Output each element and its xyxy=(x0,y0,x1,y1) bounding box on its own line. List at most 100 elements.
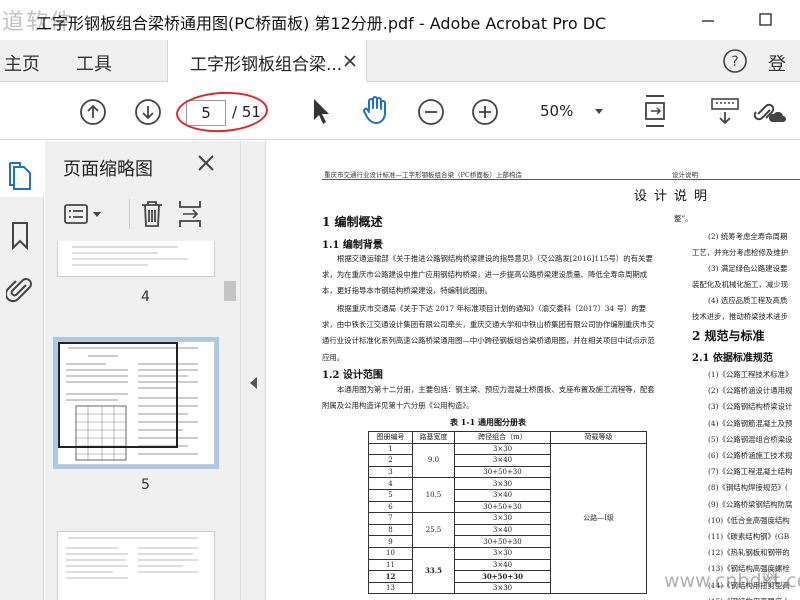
standard-item: (9)《公路桥梁钢结构防腐 xyxy=(708,499,793,509)
cell-span: 3×40 xyxy=(454,523,551,537)
doc-title: 设计说明 xyxy=(634,189,715,204)
prev-page-button[interactable] xyxy=(79,98,107,130)
thumbnail-page-4[interactable] xyxy=(57,241,215,277)
document-view[interactable]: 重庆市交通行业设计标准—工字形钢板组合梁（PC桥面板）上部构造 设计说明 设计说… xyxy=(266,141,800,600)
zoom-in-button[interactable] xyxy=(471,98,499,130)
section-1-2-heading: 1.2 设计范围 xyxy=(322,370,383,381)
minus-circle-icon xyxy=(418,99,444,125)
cell-span: 30+50+30 xyxy=(454,500,551,514)
standard-item: (4)《公路钢筋混凝土及预 xyxy=(708,418,793,428)
highlight-ellipse-annotation xyxy=(175,89,269,135)
cell-no: 10 xyxy=(368,546,413,560)
table-header: 路基宽度 xyxy=(412,431,455,444)
right-col-line: 工艺，并充分考虑检修及维护 xyxy=(692,248,789,257)
thumbnail-label-4: 4 xyxy=(141,289,150,305)
cell-load-class: 公路—Ⅰ级 xyxy=(550,442,647,595)
cell-span: 3×40 xyxy=(454,488,551,502)
scroll-mode-button[interactable] xyxy=(710,96,740,130)
thumbnail-page-5[interactable] xyxy=(57,341,215,465)
svg-text:?: ? xyxy=(731,54,738,70)
next-page-button[interactable] xyxy=(134,98,162,130)
table-header: 跨径组合（m） xyxy=(454,431,551,444)
section-2-heading: 2 规范与标准 xyxy=(692,329,765,343)
cell-span: 3×30 xyxy=(454,581,551,595)
paragraph-background-2: 根据重庆市交通局《关于下达 2017 年标准项目计划的通知》（渝交委科〔2017… xyxy=(322,304,655,362)
collapse-arrow-icon[interactable] xyxy=(250,377,257,389)
thumbnail-options-button[interactable] xyxy=(63,203,107,231)
table-caption: 表 1-1 通用图分册表 xyxy=(450,417,527,427)
standard-item: (10)《低合金高强度结构 xyxy=(708,515,790,525)
share-link-button[interactable] xyxy=(752,96,786,130)
page-split-icon xyxy=(179,201,201,227)
cell-no: 4 xyxy=(368,477,413,490)
menu-bar: 主页 工具 ? 登 xyxy=(0,40,800,82)
zoom-out-button[interactable] xyxy=(417,98,445,130)
right-col-fragment: 整”。 xyxy=(674,214,693,223)
cell-no: 12 xyxy=(368,570,413,583)
table-header: 图册编号 xyxy=(368,431,413,444)
cell-width: 10.5 xyxy=(412,477,455,514)
standard-item: (11)《碳素结构钢》(GB xyxy=(708,532,790,541)
panel-splitter[interactable] xyxy=(240,141,266,600)
cell-no: 13 xyxy=(368,581,413,595)
bookmarks-button[interactable] xyxy=(10,221,32,255)
page-view-button[interactable] xyxy=(640,94,670,132)
thumbnail-scrollbar[interactable] xyxy=(221,241,239,600)
cell-no: 7 xyxy=(368,512,413,525)
trash-icon xyxy=(142,201,162,227)
select-tool-button[interactable] xyxy=(307,96,333,130)
help-button[interactable]: ? xyxy=(722,48,748,78)
standard-item: (2)《公路桥涵设计通用规 xyxy=(708,386,793,396)
attachments-button[interactable] xyxy=(4,275,34,309)
tab-close-button[interactable] xyxy=(344,53,356,71)
maximize-button[interactable] xyxy=(752,8,778,32)
insert-page-button[interactable] xyxy=(177,199,203,233)
list-menu-icon xyxy=(64,204,101,224)
cell-span: 3×40 xyxy=(454,454,551,467)
download-keyboard-icon xyxy=(711,98,739,125)
zoom-select[interactable]: 50% xyxy=(528,94,614,128)
zoom-value: 50% xyxy=(540,102,574,120)
thumbnail-page-6[interactable] xyxy=(57,531,215,600)
menu-tools[interactable]: 工具 xyxy=(76,50,112,76)
scrollbar-thumb[interactable] xyxy=(224,281,236,301)
hand-icon xyxy=(363,96,386,124)
standard-item: (7)《公路工程混凝土结构 xyxy=(708,467,793,477)
table-header: 荷载等级 xyxy=(550,431,647,444)
paragraph-scope: 本通用图为第十二分册，主要包括：钢主梁、预应力混凝土桥面板、支座布置及施工流程等… xyxy=(322,385,655,411)
visible-region-box[interactable] xyxy=(58,342,178,448)
cell-width: 33.5 xyxy=(412,546,455,595)
minimize-button[interactable] xyxy=(695,8,721,32)
hand-tool-button[interactable] xyxy=(360,94,390,130)
table-row: 1 9.0 3×30 公路—Ⅰ级 xyxy=(368,442,647,595)
toolbar-divider xyxy=(129,199,130,229)
thumbnail-list: 4 5 xyxy=(45,241,240,600)
signin-link[interactable]: 登 xyxy=(768,50,786,76)
panel-title: 页面缩略图 xyxy=(63,159,153,180)
menu-home[interactable]: 主页 xyxy=(4,50,40,76)
cell-width: 9.0 xyxy=(412,442,455,479)
section-1-heading: 1 编制概述 xyxy=(322,215,383,229)
right-col-line: (2) 统筹考虑全寿命周期 xyxy=(708,232,788,241)
cell-span: 3×30 xyxy=(454,546,551,560)
doc-running-header: 重庆市交通行业设计标准—工字形钢板组合梁（PC桥面板）上部构造 xyxy=(324,171,522,179)
arrow-up-circle-icon xyxy=(80,99,106,125)
panel-close-button[interactable] xyxy=(197,153,215,178)
cell-span: 3×30 xyxy=(454,477,551,490)
doc-tab-label: 工字形钢板组合梁... xyxy=(190,55,343,75)
link-cloud-icon xyxy=(753,103,786,122)
volume-table: 图册编号 路基宽度 跨径组合（m） 荷载等级 1 9.0 3×30 公路—Ⅰ级 … xyxy=(368,431,647,595)
arrow-down-circle-icon xyxy=(135,99,161,125)
close-icon xyxy=(198,155,214,171)
delete-page-button[interactable] xyxy=(139,199,165,233)
tab-document[interactable]: 工字形钢板组合梁... xyxy=(167,40,367,82)
page-preview xyxy=(66,537,198,579)
cell-span: 30+50+30 xyxy=(454,535,551,548)
cell-span: 3×30 xyxy=(454,442,551,456)
panel-toolbar xyxy=(55,195,235,235)
cell-width: 25.5 xyxy=(412,512,455,548)
page-thumbnails-button[interactable] xyxy=(6,161,32,195)
header-rule xyxy=(322,179,800,180)
navigation-rail xyxy=(0,141,44,600)
standard-item: (1)《公路工程技术标准》 xyxy=(708,370,793,379)
